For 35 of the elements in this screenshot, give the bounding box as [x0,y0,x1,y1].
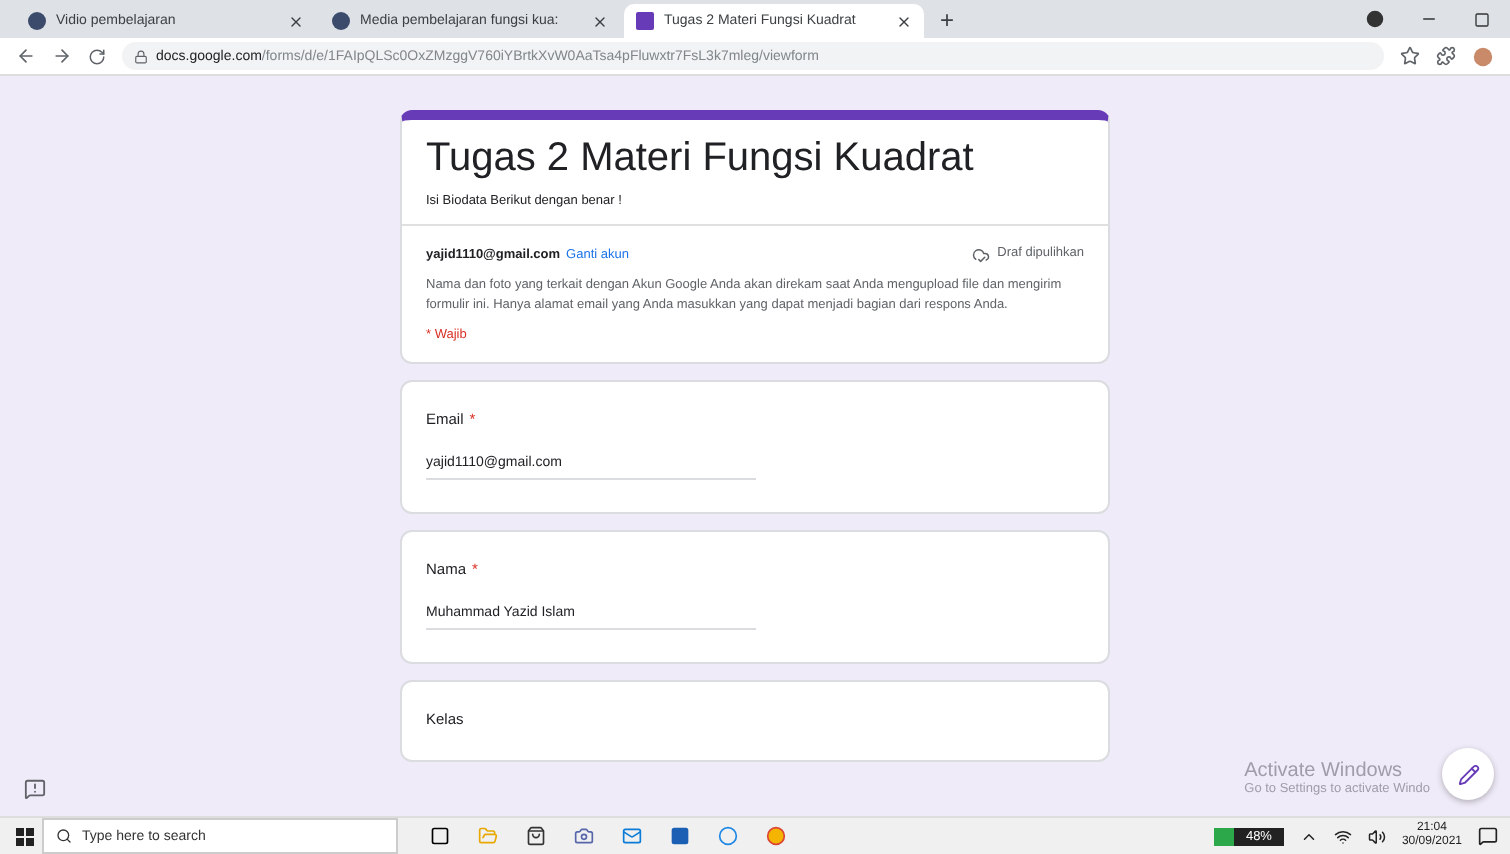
feedback-icon[interactable] [24,778,46,800]
reload-icon[interactable] [88,47,106,65]
close-icon[interactable] [288,13,304,29]
search-icon [56,828,72,844]
new-tab-button[interactable]: + [928,5,967,33]
cloud-icon [972,246,991,264]
activation-title: Activate Windows [1244,760,1405,782]
mail-icon [622,826,642,846]
avatar-icon[interactable] [1472,45,1494,67]
folder-icon [478,826,498,846]
close-icon[interactable] [592,13,608,29]
task-view-icon [430,826,450,846]
browser-icon [718,826,738,846]
store-icon [526,826,546,846]
chrome-icon [766,826,786,846]
close-icon[interactable] [896,13,912,29]
volume-icon[interactable] [1367,827,1386,845]
pencil-icon [1457,763,1479,785]
edit-button[interactable] [1442,748,1494,800]
form-title: Tugas 2 Materi Fungsi Kuadrat [426,136,976,182]
camera-icon [574,826,594,846]
extensions-icon[interactable] [1436,46,1456,66]
network-icon[interactable] [1333,827,1352,845]
app-icon [670,826,690,846]
site-icon [332,12,350,30]
start-icon[interactable] [16,827,34,845]
profile-icon[interactable] [1366,10,1384,28]
forms-icon [636,12,654,30]
notification-icon[interactable] [1478,826,1498,846]
forward-icon[interactable] [52,46,72,66]
site-icon [28,12,46,30]
bookmark-icon[interactable] [1400,46,1420,66]
restore-icon[interactable] [1474,11,1490,27]
back-icon[interactable] [16,46,36,66]
lock-icon [134,49,148,63]
